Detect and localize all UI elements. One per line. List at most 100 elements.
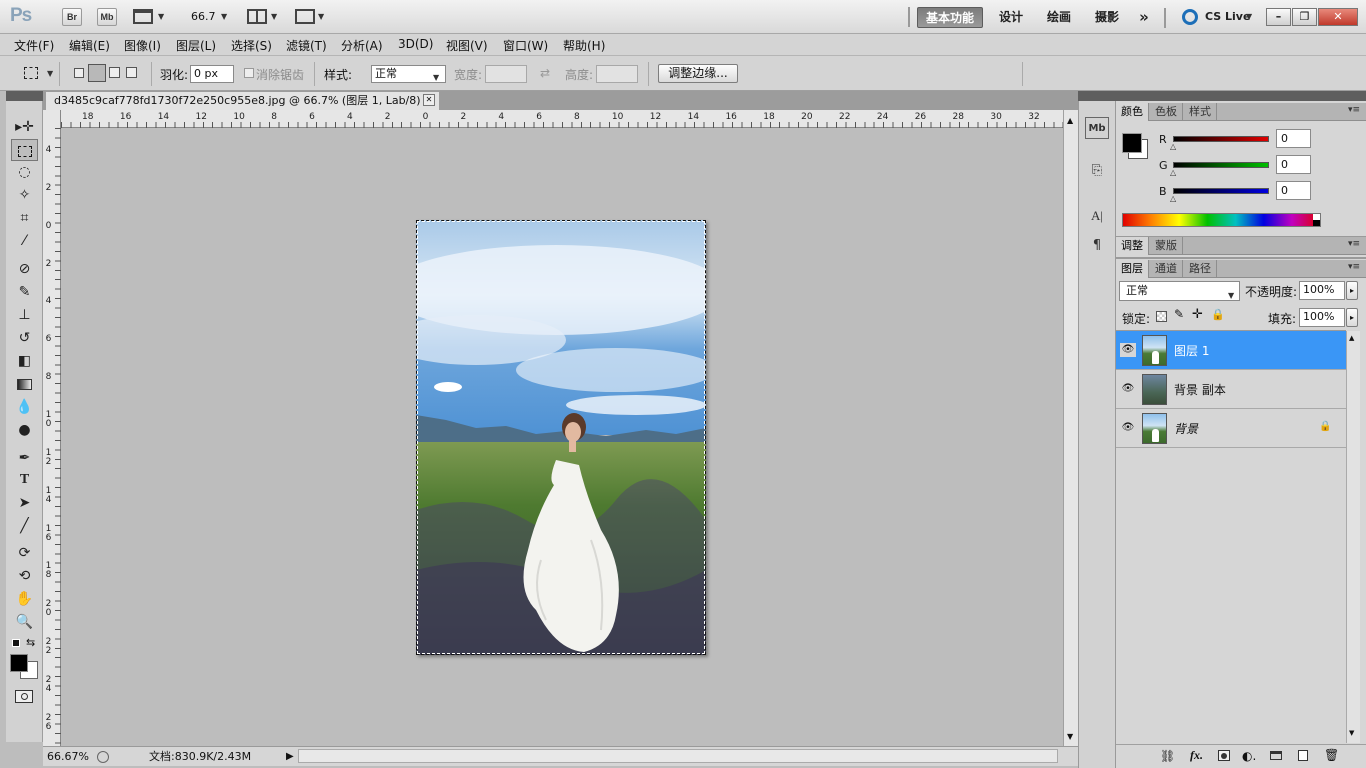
menu-image[interactable]: 图像(I): [124, 37, 161, 54]
healing-brush-tool-icon[interactable]: ⊘: [11, 258, 38, 280]
scroll-up-icon[interactable]: ▲: [1349, 334, 1354, 342]
adjustment-layer-icon[interactable]: ◐.: [1242, 749, 1256, 763]
layers-scrollbar[interactable]: ▲ ▼: [1346, 331, 1360, 743]
chevron-down-icon[interactable]: ▼: [318, 12, 324, 21]
lasso-tool-icon[interactable]: ◌: [11, 161, 38, 183]
channel-g-value[interactable]: 0: [1276, 155, 1311, 174]
workspace-painting[interactable]: 绘画: [1040, 7, 1078, 28]
vertical-scrollbar[interactable]: ▲ ▼: [1063, 110, 1078, 746]
restore-button[interactable]: ❐: [1292, 8, 1317, 26]
menu-file[interactable]: 文件(F): [14, 37, 54, 54]
add-mask-icon[interactable]: [1218, 750, 1230, 761]
tab-channels[interactable]: 通道: [1150, 260, 1183, 278]
lock-pixels-icon[interactable]: ✎: [1174, 307, 1184, 321]
3d-orbit-tool-icon[interactable]: ⟲: [11, 565, 38, 587]
chevron-down-icon[interactable]: ▼: [158, 12, 164, 21]
character-icon[interactable]: A|: [1085, 205, 1109, 227]
hand-tool-icon[interactable]: ✋: [11, 588, 38, 610]
clone-stamp-tool-icon[interactable]: ⊥: [11, 304, 38, 326]
layer-name[interactable]: 图层 1: [1174, 342, 1209, 359]
lock-all-icon[interactable]: 🔒: [1211, 308, 1225, 321]
chevron-down-icon[interactable]: ▼: [271, 12, 277, 21]
height-input[interactable]: [596, 65, 638, 83]
tab-swatches[interactable]: 色板: [1150, 103, 1183, 121]
scroll-down-icon[interactable]: ▼: [1349, 729, 1354, 737]
panel-menu-icon[interactable]: ▾≡: [1348, 105, 1360, 115]
tool-preset-picker[interactable]: ▼: [10, 62, 60, 86]
foreground-swatch[interactable]: [1122, 133, 1142, 153]
antialias-checkbox[interactable]: [244, 68, 254, 78]
workspace-essentials[interactable]: 基本功能: [917, 7, 983, 28]
channel-b-slider[interactable]: [1173, 188, 1269, 194]
close-document-icon[interactable]: ✕: [423, 94, 435, 106]
quick-mask-icon[interactable]: [15, 690, 33, 703]
channel-g-slider[interactable]: [1173, 162, 1269, 168]
link-layers-icon[interactable]: ⛓: [1160, 749, 1175, 763]
width-input[interactable]: [485, 65, 527, 83]
history-brush-tool-icon[interactable]: ↺: [11, 327, 38, 349]
ruler-origin[interactable]: [43, 110, 61, 128]
mini-bridge-button[interactable]: Mb: [97, 8, 117, 26]
black-white-ramp[interactable]: [1313, 214, 1320, 226]
quick-selection-tool-icon[interactable]: ✧: [11, 184, 38, 206]
fill-slider-button[interactable]: ▸: [1346, 308, 1358, 327]
lock-position-icon[interactable]: ✛: [1192, 307, 1203, 322]
dodge-tool-icon[interactable]: ●: [11, 419, 38, 441]
channel-g-handle[interactable]: △: [1170, 168, 1176, 177]
rectangular-marquee-tool-icon[interactable]: [11, 139, 38, 161]
pen-tool-icon[interactable]: ✒: [11, 447, 38, 469]
status-zoom[interactable]: 66.67%: [47, 748, 89, 766]
fx-icon[interactable]: fx.: [1190, 748, 1203, 763]
layer-name[interactable]: 背景 副本: [1174, 381, 1226, 398]
horizontal-scrollbar[interactable]: [298, 749, 1058, 763]
add-selection-icon[interactable]: [88, 64, 106, 82]
type-tool-icon[interactable]: T: [11, 469, 38, 491]
swap-colors-icon[interactable]: ⇆: [26, 636, 35, 649]
gradient-tool-icon[interactable]: [11, 373, 38, 395]
menu-layer[interactable]: 图层(L): [176, 37, 216, 54]
mini-bridge-icon[interactable]: Mb: [1085, 117, 1109, 139]
tab-styles[interactable]: 样式: [1184, 103, 1217, 121]
opacity-slider-button[interactable]: ▸: [1346, 281, 1358, 300]
minimize-button[interactable]: –: [1266, 8, 1291, 26]
new-selection-icon[interactable]: [74, 68, 84, 78]
swap-icon[interactable]: ⇄: [540, 66, 550, 80]
tab-paths[interactable]: 路径: [1184, 260, 1217, 278]
zoom-tool-icon[interactable]: 🔍: [11, 611, 38, 633]
panel-menu-icon[interactable]: ▾≡: [1348, 262, 1360, 272]
scroll-up-icon[interactable]: ▲: [1067, 116, 1073, 125]
panel-menu-icon[interactable]: ▾≡: [1348, 239, 1360, 249]
opacity-input[interactable]: 100%: [1299, 281, 1345, 300]
blend-mode-select[interactable]: 正常 ▼: [1119, 281, 1240, 301]
eye-icon[interactable]: 👁: [1120, 343, 1136, 357]
tab-masks[interactable]: 蒙版: [1150, 237, 1183, 255]
brush-tool-icon[interactable]: ✎: [11, 281, 38, 303]
new-layer-icon[interactable]: [1298, 750, 1308, 761]
move-tool-icon[interactable]: ▸✛: [11, 116, 38, 138]
refine-edge-button[interactable]: 调整边缘...: [658, 64, 738, 83]
bridge-button[interactable]: Br: [62, 8, 82, 26]
tab-layers[interactable]: 图层: [1116, 260, 1149, 278]
arrange-documents-icon[interactable]: [247, 9, 267, 24]
style-select[interactable]: 正常 ▼: [371, 65, 446, 83]
paragraph-icon[interactable]: ¶: [1085, 235, 1109, 257]
default-colors-icon[interactable]: [12, 639, 20, 647]
fill-input[interactable]: 100%: [1299, 308, 1345, 327]
blur-tool-icon[interactable]: 💧: [11, 396, 38, 418]
menu-3d[interactable]: 3D(D): [398, 37, 433, 51]
status-menu-icon[interactable]: ▶: [286, 748, 294, 766]
menu-analysis[interactable]: 分析(A): [341, 37, 383, 54]
chevron-down-icon[interactable]: ▼: [221, 12, 227, 21]
subtract-selection-icon[interactable]: [109, 67, 120, 78]
workspace-design[interactable]: 设计: [992, 7, 1030, 28]
color-spectrum-ramp[interactable]: [1122, 213, 1321, 227]
document-tab[interactable]: d3485c9caf778fd1730f72e250c955e8.jpg @ 6…: [45, 91, 440, 110]
menu-filter[interactable]: 滤镜(T): [286, 37, 327, 54]
line-tool-icon[interactable]: ╱: [11, 515, 38, 537]
zoom-level[interactable]: 66.7: [191, 10, 216, 23]
channel-r-handle[interactable]: △: [1170, 142, 1176, 151]
workspace-photography[interactable]: 摄影: [1088, 7, 1126, 28]
channel-r-value[interactable]: 0: [1276, 129, 1311, 148]
intersect-selection-icon[interactable]: [126, 67, 137, 78]
menu-help[interactable]: 帮助(H): [563, 37, 605, 54]
